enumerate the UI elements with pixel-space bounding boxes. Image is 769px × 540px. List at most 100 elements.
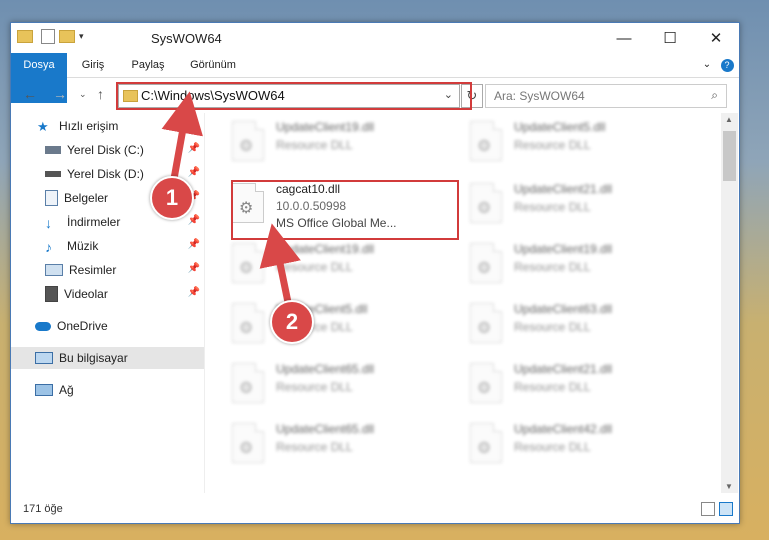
dll-file-icon: ⚙	[232, 303, 264, 343]
pictures-icon	[45, 264, 63, 276]
sidebar-item-label: Resimler	[69, 263, 117, 277]
folder-icon	[17, 30, 33, 43]
status-bar: 171 öğe	[11, 499, 739, 521]
step-badge-2: 2	[270, 300, 314, 344]
up-arrow-icon[interactable]: ↑	[97, 86, 104, 102]
sidebar-item-pictures[interactable]: Resimler 📌	[11, 259, 204, 281]
network-icon	[35, 384, 53, 396]
maximize-icon: ☐	[663, 30, 677, 47]
sidebar-item-this-pc[interactable]: Bu bilgisayar	[11, 347, 204, 369]
search-icon: ⌕	[711, 88, 718, 102]
help-icon[interactable]: ?	[719, 53, 735, 77]
sidebar-item-onedrive[interactable]: OneDrive	[11, 315, 204, 337]
file-type: Resource DLL	[514, 138, 591, 152]
pin-icon[interactable]: 📌	[188, 215, 200, 226]
pin-icon[interactable]: 📌	[188, 143, 200, 154]
gear-icon: ⚙	[239, 138, 254, 155]
forward-arrow-icon[interactable]: →	[53, 86, 67, 102]
file-highlight	[231, 180, 459, 240]
sidebar-item-label: İndirmeler	[67, 215, 121, 229]
large-icons-view-icon[interactable]	[719, 502, 733, 516]
quick-access-toolbar: ▾	[17, 29, 84, 44]
file-item[interactable]: ⚙ UpdateClient65.dll Resource DLL	[206, 359, 426, 409]
file-name: UpdateClient65.dll	[276, 422, 375, 436]
navigation-pane: ★ Hızlı erişim Yerel Disk (C:) 📌 Yerel D…	[11, 113, 205, 493]
file-type: Resource DLL	[276, 380, 353, 394]
file-type: Resource DLL	[276, 440, 353, 454]
sidebar-item-network[interactable]: Ağ	[11, 379, 204, 401]
file-item[interactable]: ⚙ UpdateClient21.dll Resource DLL	[444, 359, 664, 409]
back-arrow-icon[interactable]: ←	[23, 86, 37, 102]
file-item[interactable]: ⚙ UpdateClient5.dll Resource DLL	[206, 299, 426, 349]
address-bar-highlight	[116, 82, 472, 110]
dll-file-icon: ⚙	[470, 183, 502, 223]
gear-icon: ⚙	[477, 440, 492, 457]
file-item[interactable]: ⚙ UpdateClient19.dll Resource DLL	[206, 239, 426, 289]
title-bar: ▾ SysWOW64 — ☐ ✕	[11, 23, 739, 53]
download-icon: ↓	[45, 215, 52, 231]
dll-file-icon: ⚙	[470, 423, 502, 463]
sidebar-item-label: Belgeler	[64, 191, 109, 205]
tab-home[interactable]: Giriş	[71, 53, 115, 77]
pin-icon[interactable]: 📌	[188, 167, 200, 178]
step-badge-1: 1	[150, 176, 194, 220]
sidebar-item-quick-access[interactable]: ★ Hızlı erişim	[11, 115, 204, 137]
customize-toolbar-icon[interactable]: ▾	[79, 31, 84, 42]
file-name: UpdateClient19.dll	[276, 242, 375, 256]
music-icon: ♪	[45, 239, 52, 255]
sidebar-item-label: Ağ	[59, 383, 74, 397]
file-item[interactable]: ⚙ UpdateClient5.dll Resource DLL	[444, 117, 664, 167]
tab-share[interactable]: Paylaş	[123, 53, 173, 77]
gear-icon: ⚙	[239, 320, 254, 337]
file-item[interactable]: ⚙ UpdateClient63.dll Resource DLL	[444, 299, 664, 349]
ribbon-tabs: Dosya Giriş Paylaş Görünüm ⌄ ?	[11, 53, 739, 103]
close-button[interactable]: ✕	[693, 23, 739, 53]
sidebar-item-label: Yerel Disk (C:)	[67, 143, 144, 157]
gear-icon: ⚙	[239, 380, 254, 397]
video-icon	[45, 286, 58, 302]
file-item[interactable]: ⚙ UpdateClient21.dll Resource DLL	[444, 179, 664, 229]
gear-icon: ⚙	[477, 260, 492, 277]
new-folder-icon[interactable]	[59, 30, 75, 43]
file-name: UpdateClient19.dll	[276, 120, 375, 134]
pin-icon[interactable]: 📌	[188, 239, 200, 250]
expand-ribbon-icon[interactable]: ⌄	[699, 53, 715, 77]
vertical-scrollbar[interactable]: ▲ ▼	[721, 113, 738, 493]
computer-icon	[35, 352, 53, 364]
sidebar-item-videos[interactable]: Videolar 📌	[11, 283, 204, 305]
pin-icon[interactable]: 📌	[188, 287, 200, 298]
file-item[interactable]: ⚙ UpdateClient65.dll Resource DLL	[206, 419, 426, 469]
tab-view[interactable]: Görünüm	[183, 53, 243, 77]
dll-file-icon: ⚙	[470, 121, 502, 161]
gear-icon: ⚙	[477, 200, 492, 217]
search-input[interactable]: Ara: SysWOW64 ⌕	[485, 84, 727, 108]
dll-file-icon: ⚙	[470, 243, 502, 283]
scrollbar-thumb[interactable]	[723, 131, 736, 181]
close-icon: ✕	[709, 30, 723, 47]
details-view-icon[interactable]	[701, 502, 715, 516]
drive-icon	[45, 146, 61, 154]
documents-icon	[45, 190, 58, 206]
maximize-button[interactable]: ☐	[647, 23, 693, 53]
scroll-up-icon[interactable]: ▲	[725, 115, 733, 124]
gear-icon: ⚙	[477, 380, 492, 397]
star-icon: ★	[37, 119, 49, 134]
minimize-button[interactable]: —	[601, 23, 647, 53]
file-item[interactable]: ⚙ UpdateClient42.dll Resource DLL	[444, 419, 664, 469]
sidebar-item-drive-c[interactable]: Yerel Disk (C:) 📌	[11, 139, 204, 161]
search-placeholder: Ara: SysWOW64	[494, 89, 585, 103]
item-count: 171 öğe	[23, 503, 63, 515]
recent-locations-icon[interactable]: ⌄	[79, 89, 87, 100]
properties-icon[interactable]	[41, 29, 55, 44]
sidebar-item-music[interactable]: ♪ Müzik 📌	[11, 235, 204, 257]
file-type: Resource DLL	[276, 260, 353, 274]
pin-icon[interactable]: 📌	[188, 263, 200, 274]
file-name: UpdateClient19.dll	[514, 242, 613, 256]
file-name: UpdateClient42.dll	[514, 422, 613, 436]
dll-file-icon: ⚙	[232, 423, 264, 463]
window-title: SysWOW64	[151, 31, 222, 46]
file-item[interactable]: ⚙ UpdateClient19.dll Resource DLL	[444, 239, 664, 289]
file-name: UpdateClient21.dll	[514, 182, 613, 196]
file-item[interactable]: ⚙ UpdateClient19.dll Resource DLL	[206, 117, 426, 167]
scroll-down-icon[interactable]: ▼	[725, 482, 733, 491]
